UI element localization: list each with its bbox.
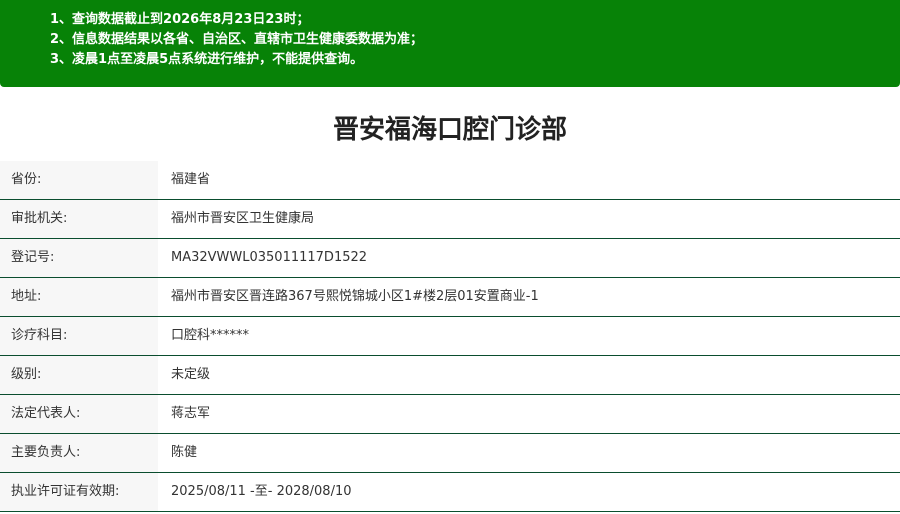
notice-line-1: 1、查询数据截止到2026年8月23日23时；	[50, 12, 310, 27]
value-approval-authority: 福州市晋安区卫生健康局	[171, 211, 315, 226]
row-license-validity: 执业许可证有效期: 2025/08/11 -至- 2028/08/10	[0, 473, 900, 512]
clinic-info-table: 省份: 福建省 审批机关: 福州市晋安区卫生健康局 登记号: MA32VWWL0…	[0, 161, 900, 512]
row-registration-number: 登记号: MA32VWWL035011117D1522	[0, 239, 900, 278]
row-address: 地址: 福州市晋安区晋连路367号熙悦锦城小区1#楼2层01安置商业-1	[0, 278, 900, 317]
label-departments: 诊疗科目:	[0, 317, 158, 355]
value-departments: 口腔科******	[171, 328, 250, 343]
page-title: 晋安福海口腔门诊部	[332, 115, 567, 145]
row-province: 省份: 福建省	[0, 161, 900, 200]
value-province: 福建省	[171, 172, 211, 187]
notice-banner: 1、查询数据截止到2026年8月23日23时； 2、信息数据结果以各省、自治区、…	[0, 0, 900, 87]
label-address: 地址:	[0, 278, 158, 316]
notice-line-3: 3、凌晨1点至凌晨5点系统进行维护，不能提供查询。	[50, 52, 364, 67]
row-level: 级别: 未定级	[0, 356, 900, 395]
label-legal-representative: 法定代表人:	[0, 395, 158, 433]
label-province: 省份:	[0, 161, 158, 199]
label-license-validity: 执业许可证有效期:	[0, 473, 158, 511]
value-address: 福州市晋安区晋连路367号熙悦锦城小区1#楼2层01安置商业-1	[171, 289, 539, 304]
value-license-validity: 2025/08/11 -至- 2028/08/10	[171, 484, 352, 499]
row-legal-representative: 法定代表人: 蒋志军	[0, 395, 900, 434]
notice-line-2: 2、信息数据结果以各省、自治区、直辖市卫生健康委数据为准；	[50, 32, 424, 47]
label-principal: 主要负责人:	[0, 434, 158, 472]
row-approval-authority: 审批机关: 福州市晋安区卫生健康局	[0, 200, 900, 239]
value-legal-representative: 蒋志军	[171, 406, 211, 421]
value-principal: 陈健	[171, 445, 198, 460]
value-level: 未定级	[171, 367, 211, 382]
label-registration-number: 登记号:	[0, 239, 158, 277]
row-departments: 诊疗科目: 口腔科******	[0, 317, 900, 356]
row-principal: 主要负责人: 陈健	[0, 434, 900, 473]
label-approval-authority: 审批机关:	[0, 200, 158, 238]
value-registration-number: MA32VWWL035011117D1522	[171, 250, 368, 265]
label-level: 级别:	[0, 356, 158, 394]
